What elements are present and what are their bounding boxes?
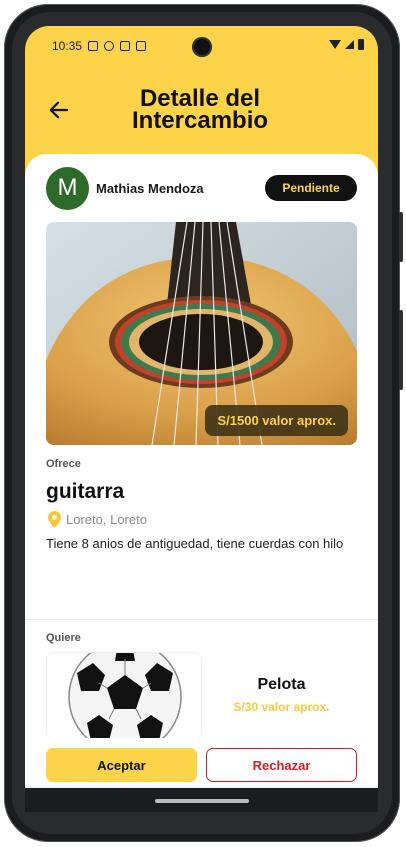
- offer-price-tag: S/1500 valor aprox.: [205, 405, 348, 436]
- divider: [25, 619, 378, 620]
- vpn-icon: [136, 41, 147, 51]
- volume-button: [399, 212, 403, 262]
- accept-button[interactable]: Aceptar: [46, 748, 197, 782]
- status-time: 10:35: [52, 39, 83, 53]
- location-row: Loreto, Loreto: [48, 511, 147, 528]
- location-pin-icon: [48, 511, 61, 528]
- back-button[interactable]: [45, 96, 73, 124]
- sd-card-icon: [120, 41, 131, 51]
- wifi-icon: [329, 40, 341, 49]
- want-price: S/30 valor aprox.: [233, 700, 330, 714]
- screen-icon: [88, 41, 99, 51]
- reject-button[interactable]: Rechazar: [206, 748, 357, 782]
- offer-title: guitarra: [46, 480, 125, 503]
- want-image[interactable]: [46, 652, 202, 740]
- home-indicator[interactable]: [155, 799, 249, 803]
- offer-section-label: Ofrece: [46, 458, 81, 470]
- header: Detalle del Intercambio: [25, 66, 378, 156]
- status-badge: Pendiente: [265, 175, 357, 201]
- power-button: [399, 310, 403, 390]
- user-row: M Mathias Mendoza Pendiente: [46, 166, 357, 210]
- shield-icon: [104, 41, 115, 51]
- front-camera: [192, 37, 212, 57]
- status-bar: 10:35: [25, 26, 378, 66]
- offer-description: Tiene 8 anios de antiguedad, tiene cuerd…: [46, 536, 344, 551]
- battery-icon: [358, 39, 364, 50]
- signal-icon: [345, 40, 354, 49]
- avatar[interactable]: M: [46, 166, 89, 210]
- user-name: Mathias Mendoza: [96, 180, 204, 196]
- app-screen: 10:35 Detalle del Intercambio M Mathias …: [25, 26, 378, 812]
- page-title: Detalle del Intercambio: [131, 85, 269, 134]
- soccer-ball-image: [68, 653, 182, 739]
- want-section-label: Quiere: [46, 632, 81, 644]
- offer-image[interactable]: S/1500 valor aprox.: [46, 222, 357, 445]
- detail-card: M Mathias Mendoza Pendiente S/1500 valor…: [25, 154, 378, 812]
- location-text: Loreto, Loreto: [66, 512, 147, 527]
- want-title: Pelota: [257, 676, 306, 693]
- arrow-left-icon: [49, 101, 69, 119]
